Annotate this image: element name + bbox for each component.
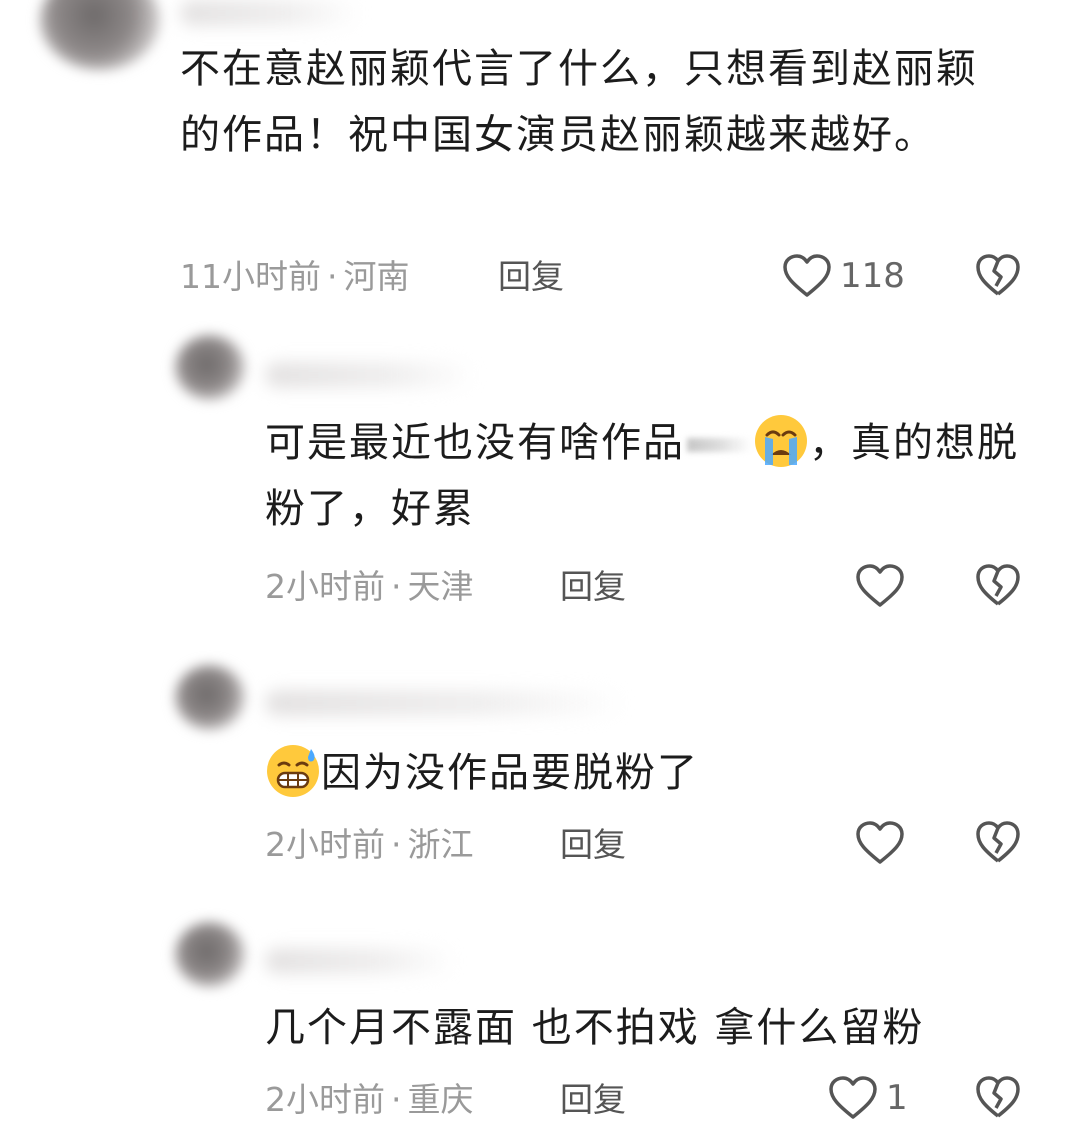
heart-outline-icon [783, 254, 831, 297]
comment-meta: 2小时前 · 天津 [265, 567, 474, 607]
separator: · [391, 1080, 402, 1119]
reply-button[interactable]: 回复 [560, 1080, 626, 1120]
like-button[interactable] [855, 820, 913, 866]
comment-location: 重庆 [407, 1080, 474, 1119]
username-blurred[interactable] [265, 948, 455, 974]
comment-location: 河南 [343, 257, 410, 296]
username-blurred[interactable] [265, 362, 475, 388]
avatar[interactable] [175, 922, 245, 987]
comment-time: 2小时前 [265, 1080, 385, 1119]
comment-text-body: 因为没作品要脱粉了 [321, 750, 699, 796]
avatar[interactable] [175, 335, 245, 400]
crying-face-emoji [755, 415, 807, 467]
heart-outline-icon [829, 1076, 877, 1119]
broken-heart-icon[interactable] [975, 1075, 1021, 1121]
heart-outline-icon [856, 564, 904, 607]
like-button[interactable]: 1 [828, 1075, 908, 1121]
comment-text: 不在意赵丽颖代言了什么，只想看到赵丽颖的作品！祝中国女演员赵丽颖越来越好。 [180, 46, 978, 158]
comment-meta: 2小时前 · 重庆 [265, 1080, 474, 1120]
broken-heart-icon[interactable] [975, 820, 1021, 866]
grinning-sweat-emoji [267, 745, 319, 797]
broken-heart-icon[interactable] [975, 563, 1021, 609]
comment-time: 2小时前 [265, 567, 385, 606]
like-count: 118 [840, 256, 905, 296]
separator: · [327, 257, 338, 296]
reply-button[interactable]: 回复 [498, 257, 564, 297]
separator: · [391, 825, 402, 864]
username-blurred[interactable] [265, 690, 625, 716]
comment-location: 浙江 [407, 825, 474, 864]
username-blurred[interactable] [180, 0, 360, 26]
avatar[interactable] [40, 0, 160, 70]
comment-time: 2小时前 [265, 825, 385, 864]
comment-text: 可是最近也没有啥作品 ，真的想脱粉了，好累 [265, 410, 1035, 542]
reply-button[interactable]: 回复 [560, 825, 626, 865]
comment-meta: 2小时前 · 浙江 [265, 825, 474, 865]
heart-outline-icon [856, 821, 904, 864]
broken-heart-icon[interactable] [975, 253, 1021, 299]
comment-text: 因为没作品要脱粉了 [265, 740, 1035, 806]
comment-location: 天津 [407, 567, 474, 606]
comment-meta: 11小时前 · 河南 [180, 257, 410, 297]
avatar[interactable] [175, 665, 245, 730]
separator: · [391, 567, 402, 606]
reply-button[interactable]: 回复 [560, 567, 626, 607]
comment-text: 几个月不露面 也不拍戏 拿什么留粉 [265, 1005, 925, 1051]
comment-time: 11小时前 [180, 257, 321, 296]
blurred-content [687, 438, 751, 452]
text-before-emoji: 可是最近也没有啥作品 [265, 420, 685, 466]
like-button[interactable] [855, 563, 913, 609]
like-count: 1 [886, 1078, 908, 1118]
like-button[interactable]: 118 [782, 253, 905, 299]
